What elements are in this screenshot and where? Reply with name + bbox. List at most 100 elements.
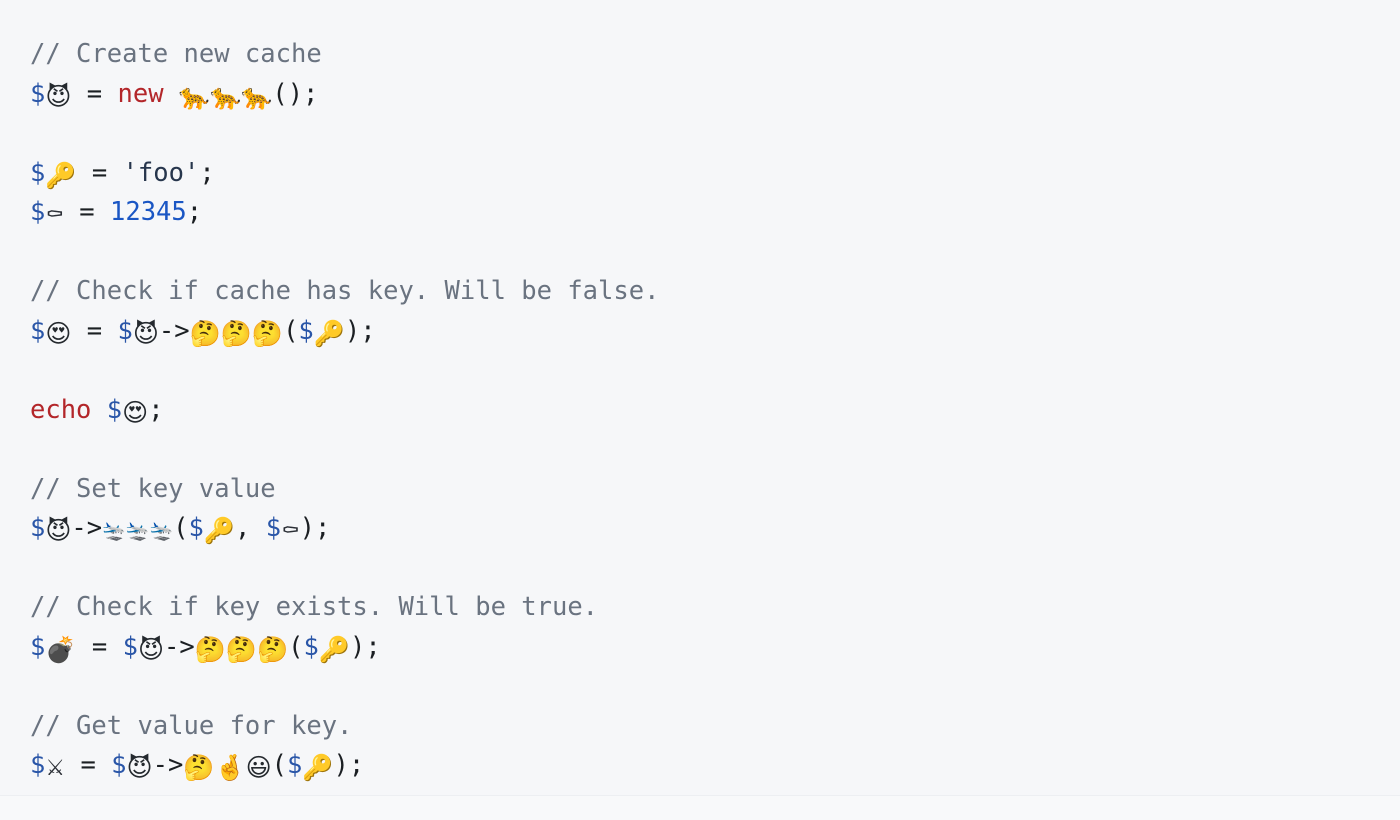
code-line-2: $😈 = new 🐆🐆🐆(); — [30, 75, 1380, 115]
key-emoji: 🔑 — [318, 634, 350, 664]
token-var: $ — [122, 631, 138, 662]
code-line-7: // Check if cache has key. Will be false… — [30, 272, 1380, 312]
thinking-face-emoji: 🤔 — [251, 318, 284, 348]
token-number: 12345 — [110, 197, 187, 227]
key-emoji: 🔑 — [203, 516, 236, 545]
token-keyword: new — [117, 78, 164, 109]
mailbox-with-raised-flag-emoji: 🛬 — [102, 520, 126, 542]
key-emoji: 🔑 — [302, 753, 334, 782]
token-op: -> — [158, 315, 190, 346]
thinking-face-emoji: 🤔 — [225, 634, 257, 664]
token-var: $ — [30, 78, 46, 109]
token-op: = — [86, 315, 103, 346]
leopard-emoji: 🐆 — [178, 81, 211, 111]
token-punct: , — [235, 513, 251, 543]
code-line-8: $😍 = $😈->🤔🤔🤔($🔑); — [30, 312, 1380, 352]
token-punct: ; — [186, 197, 203, 227]
smiling-face-with-horns-emoji: 😈 — [45, 516, 72, 545]
code-line-5: $⚰ = 12345; — [30, 193, 1380, 233]
crossed-swords-emoji: ⚔ — [45, 756, 66, 781]
token-string: 'foo' — [122, 157, 200, 188]
token-punct: ; — [199, 157, 215, 188]
token-comment: // Check if cache has key. Will be false… — [30, 276, 660, 306]
code-block-footer — [0, 796, 1400, 820]
leopard-emoji: 🐆 — [210, 81, 242, 111]
token-op: = — [80, 750, 96, 780]
token-comment: // Get value for key. — [30, 710, 353, 741]
smiling-face-with-horns-emoji: 😈 — [137, 634, 164, 664]
token-comment: // Create new cache — [30, 39, 322, 69]
token-punct: ); — [344, 315, 376, 346]
token-var: $ — [30, 513, 46, 543]
thinking-face-emoji: 🤔 — [194, 634, 226, 664]
token-var: $ — [30, 157, 46, 188]
token-var: $ — [30, 631, 46, 662]
token-var: $ — [298, 315, 314, 346]
code-block: // Create new cache $😈 = new 🐆🐆🐆(); $🔑 = … — [0, 0, 1400, 820]
token-punct: ( — [173, 513, 189, 543]
token-op: -> — [71, 513, 103, 543]
token-var: $ — [111, 750, 127, 780]
token-var: $ — [287, 750, 303, 780]
bomb-emoji: 💣 — [45, 634, 77, 664]
smiling-face-with-horns-emoji: 😈 — [132, 318, 159, 348]
mailbox-with-raised-flag-emoji: 🛬 — [149, 520, 174, 542]
code-line-10: echo $😍; — [30, 391, 1380, 431]
token-var: $ — [30, 750, 46, 780]
leopard-emoji: 🐆 — [241, 81, 273, 111]
code-content[interactable]: // Create new cache $😈 = new 🐆🐆🐆(); $🔑 = … — [0, 35, 1400, 786]
smiling-face-with-horns-emoji: 😈 — [45, 81, 72, 111]
token-punct: ( — [288, 631, 304, 662]
smiling-face-with-horns-emoji: 😈 — [126, 753, 153, 782]
token-punct: (); — [272, 78, 319, 109]
token-op: -> — [152, 750, 184, 780]
smiling-face-with-heart-eyes-emoji: 😍 — [122, 397, 149, 427]
token-punct: ( — [283, 315, 299, 346]
token-var: $ — [30, 197, 46, 227]
token-keyword: echo — [30, 394, 92, 425]
token-op: -> — [164, 631, 195, 662]
token-comment: // Check if key exists. Will be true. — [30, 592, 599, 622]
token-punct: ); — [333, 750, 365, 780]
code-line-12: // Set key value — [30, 470, 1380, 510]
code-line-13: $😈->🛬🛬🛬($🔑, $⚰); — [30, 509, 1380, 549]
token-op: = — [79, 197, 95, 227]
thinking-face-emoji: 🤔 — [183, 753, 215, 782]
coffin-emoji: ⚰ — [281, 519, 300, 544]
thinking-face-emoji: 🤔 — [257, 634, 289, 664]
thinking-face-emoji: 🤔 — [220, 318, 252, 348]
code-line-15: // Check if key exists. Will be true. — [30, 588, 1380, 628]
smiling-face-with-heart-eyes-emoji: 😍 — [45, 318, 72, 348]
key-emoji: 🔑 — [313, 318, 345, 348]
coffin-emoji: ⚰ — [45, 203, 64, 228]
token-comment: // Set key value — [30, 473, 276, 504]
token-var: $ — [265, 513, 282, 543]
token-punct: ); — [299, 513, 331, 543]
code-line-19: $⚔ = $😈->🤔🤞😃($🔑); — [30, 746, 1380, 786]
token-var: $ — [106, 394, 123, 425]
code-line-1: // Create new cache — [30, 35, 1380, 75]
token-var: $ — [303, 631, 319, 662]
token-op: = — [86, 78, 103, 109]
thinking-face-emoji: 🤔 — [189, 318, 221, 348]
key-emoji: 🔑 — [45, 160, 77, 190]
code-line-18: // Get value for key. — [30, 707, 1380, 747]
code-line-16: $💣 = $😈->🤔🤔🤔($🔑); — [30, 628, 1380, 668]
token-var: $ — [188, 513, 204, 543]
